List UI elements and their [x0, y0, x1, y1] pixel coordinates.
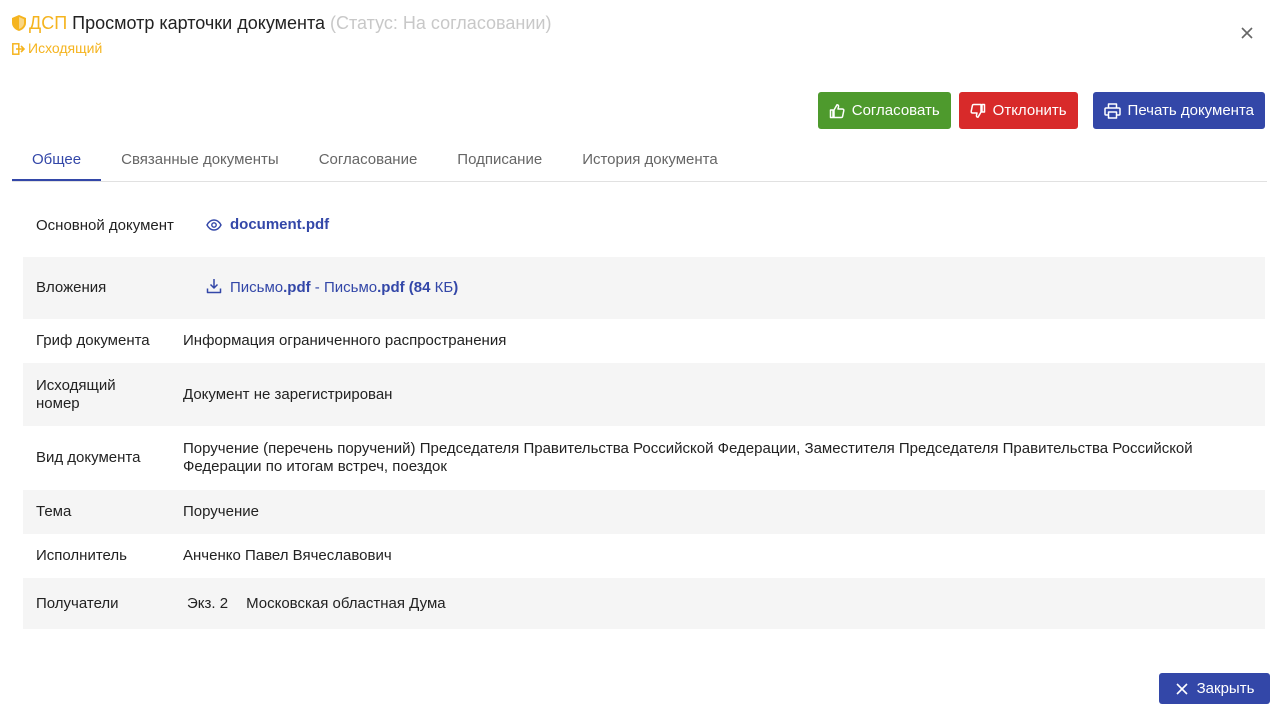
- tab-general[interactable]: Общее: [12, 140, 102, 181]
- print-button[interactable]: Печать документа: [1092, 92, 1265, 129]
- printer-icon: [1103, 102, 1121, 119]
- attachment-separator: -: [310, 278, 324, 296]
- attachment-size-unit: КБ: [434, 278, 454, 296]
- thumbs-up-icon: [829, 103, 845, 118]
- thumbs-down-icon: [970, 103, 985, 118]
- dsp-label: ДСП: [29, 13, 68, 33]
- field-document-type: Вид документа Поручение (перечень поруче…: [23, 426, 1265, 490]
- eye-icon: [206, 218, 222, 236]
- field-topic: Тема Поручение: [23, 490, 1265, 534]
- field-label: Получатели: [36, 594, 119, 612]
- attachment-title-ext: .pdf: [377, 278, 405, 296]
- attachment-size-close: ): [453, 278, 459, 296]
- recipient-name: Московская областная Дума: [246, 594, 446, 612]
- field-executor: Исполнитель Анченко Павел Вячеславович: [23, 534, 1265, 578]
- shield-icon: [12, 13, 26, 37]
- field-attachments: Вложения Письмо.pdf - Письмо.pdf (84 КБ): [23, 257, 1265, 319]
- action-toolbar: Согласовать Отклонить Печать документа: [817, 92, 1265, 129]
- field-label: Гриф документа: [36, 332, 150, 349]
- field-label: Основной документ: [36, 217, 174, 234]
- tab-signing[interactable]: Подписание: [437, 140, 562, 181]
- field-classification: Гриф документа Информация ограниченного …: [23, 319, 1265, 363]
- field-value: Поручение (перечень поручений) Председат…: [183, 440, 1193, 475]
- status-text: (Статус: На согласовании): [330, 13, 552, 33]
- main-document-link[interactable]: document.pdf: [183, 216, 1265, 236]
- attachment-ext: .pdf: [283, 278, 311, 296]
- recipient-item: Экз. 2 Московская областная Дума: [183, 595, 1265, 613]
- direction-text: Исходящий: [28, 40, 103, 56]
- reject-button[interactable]: Отклонить: [958, 92, 1078, 129]
- tab-bar: Общее Связанные документы Согласование П…: [12, 140, 1267, 182]
- direction-label: Исходящий: [12, 39, 1210, 57]
- field-label: Вид документа: [36, 449, 141, 466]
- close-button[interactable]: Закрыть: [1159, 673, 1270, 704]
- download-icon: [206, 278, 222, 299]
- page-title: Просмотр карточки документа: [72, 13, 325, 33]
- title-line: ДСП Просмотр карточки документа (Статус:…: [12, 11, 1210, 37]
- sign-out-icon: [12, 43, 26, 55]
- close-icon: [1176, 682, 1188, 695]
- dialog-header: ДСП Просмотр карточки документа (Статус:…: [12, 11, 1210, 57]
- print-label: Печать документа: [1127, 102, 1254, 119]
- field-value: Документ не зарегистрирован: [183, 385, 393, 403]
- field-label: Тема: [36, 503, 72, 520]
- attachment-name: Письмо: [230, 278, 284, 296]
- field-recipients: Получатели Экз. 2 Московская областная Ду…: [23, 578, 1265, 629]
- dsp-marker: ДСП: [12, 13, 72, 33]
- recipient-copy-number: Экз. 2: [187, 594, 229, 612]
- field-value: Поручение: [183, 503, 259, 520]
- reject-label: Отклонить: [992, 102, 1067, 119]
- attachment-title: Письмо: [323, 278, 378, 296]
- tab-document-history[interactable]: История документа: [562, 140, 737, 181]
- field-value: Информация ограниченного распространения: [183, 332, 507, 349]
- field-label: Вложения: [36, 279, 107, 296]
- close-label: Закрыть: [1196, 680, 1255, 697]
- field-label: Исходящий номер: [36, 376, 116, 412]
- field-label: Исполнитель: [36, 547, 127, 564]
- close-icon[interactable]: [1238, 24, 1256, 42]
- attachment-size: (84: [404, 278, 435, 296]
- main-document-name: document.pdf: [230, 216, 330, 233]
- approve-label: Согласовать: [851, 102, 940, 119]
- field-main-document: Основной документ document.pdf: [23, 195, 1265, 257]
- tab-approval[interactable]: Согласование: [299, 140, 438, 181]
- field-outgoing-number: Исходящий номер Документ не зарегистриро…: [23, 363, 1265, 426]
- document-fields: Основной документ document.pdf Вложения …: [23, 195, 1265, 629]
- tab-related-documents[interactable]: Связанные документы: [101, 140, 299, 181]
- field-value: Анченко Павел Вячеславович: [183, 547, 392, 564]
- approve-button[interactable]: Согласовать: [817, 92, 951, 129]
- attachment-download-link[interactable]: Письмо.pdf - Письмо.pdf (84 КБ): [183, 278, 1265, 299]
